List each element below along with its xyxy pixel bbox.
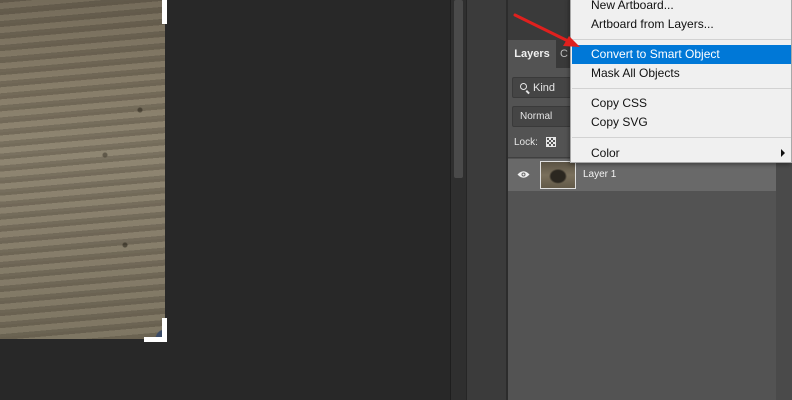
menu-item-new-artboard[interactable]: New Artboard... xyxy=(572,0,791,15)
layer-row[interactable]: Layer 1 xyxy=(508,159,776,191)
eye-icon[interactable] xyxy=(517,170,530,179)
menu-separator xyxy=(572,137,791,138)
menu-item-color-label: Color xyxy=(591,146,620,160)
layer-context-menu: New Artboard... Artboard from Layers... … xyxy=(570,0,792,163)
menu-separator xyxy=(572,88,791,89)
transform-handle-top-right[interactable] xyxy=(162,0,167,24)
lock-label: Lock: xyxy=(514,137,538,148)
menu-item-convert-to-smart-object[interactable]: Convert to Smart Object xyxy=(572,45,791,64)
lock-transparent-pixels-icon[interactable] xyxy=(546,137,556,147)
photoshop-window: Layers C Kind Normal Lock: Layer 1 New A… xyxy=(0,0,792,400)
menu-item-mask-all-objects[interactable]: Mask All Objects xyxy=(572,64,791,83)
search-icon xyxy=(520,83,527,90)
canvas-scrollbar-thumb[interactable] xyxy=(454,0,463,178)
menu-item-copy-css[interactable]: Copy CSS xyxy=(572,94,791,113)
menu-separator xyxy=(572,39,791,40)
menu-item-copy-svg[interactable]: Copy SVG xyxy=(572,113,791,132)
tab-layers[interactable]: Layers xyxy=(508,40,556,68)
filter-kind-label: Kind xyxy=(533,82,556,94)
menu-item-color[interactable]: Color xyxy=(572,144,791,163)
transform-handle-bottom-right-horizontal[interactable] xyxy=(144,337,167,342)
submenu-arrow-icon xyxy=(781,149,785,157)
layer-thumbnail[interactable] xyxy=(540,161,576,189)
panel-dock-strip xyxy=(466,0,507,400)
canvas-area[interactable] xyxy=(0,0,450,400)
layers-panel-scrollbar[interactable] xyxy=(776,159,792,400)
menu-item-artboard-from-layers[interactable]: Artboard from Layers... xyxy=(572,15,791,34)
layer-name[interactable]: Layer 1 xyxy=(583,159,616,191)
document-image[interactable] xyxy=(0,0,165,339)
